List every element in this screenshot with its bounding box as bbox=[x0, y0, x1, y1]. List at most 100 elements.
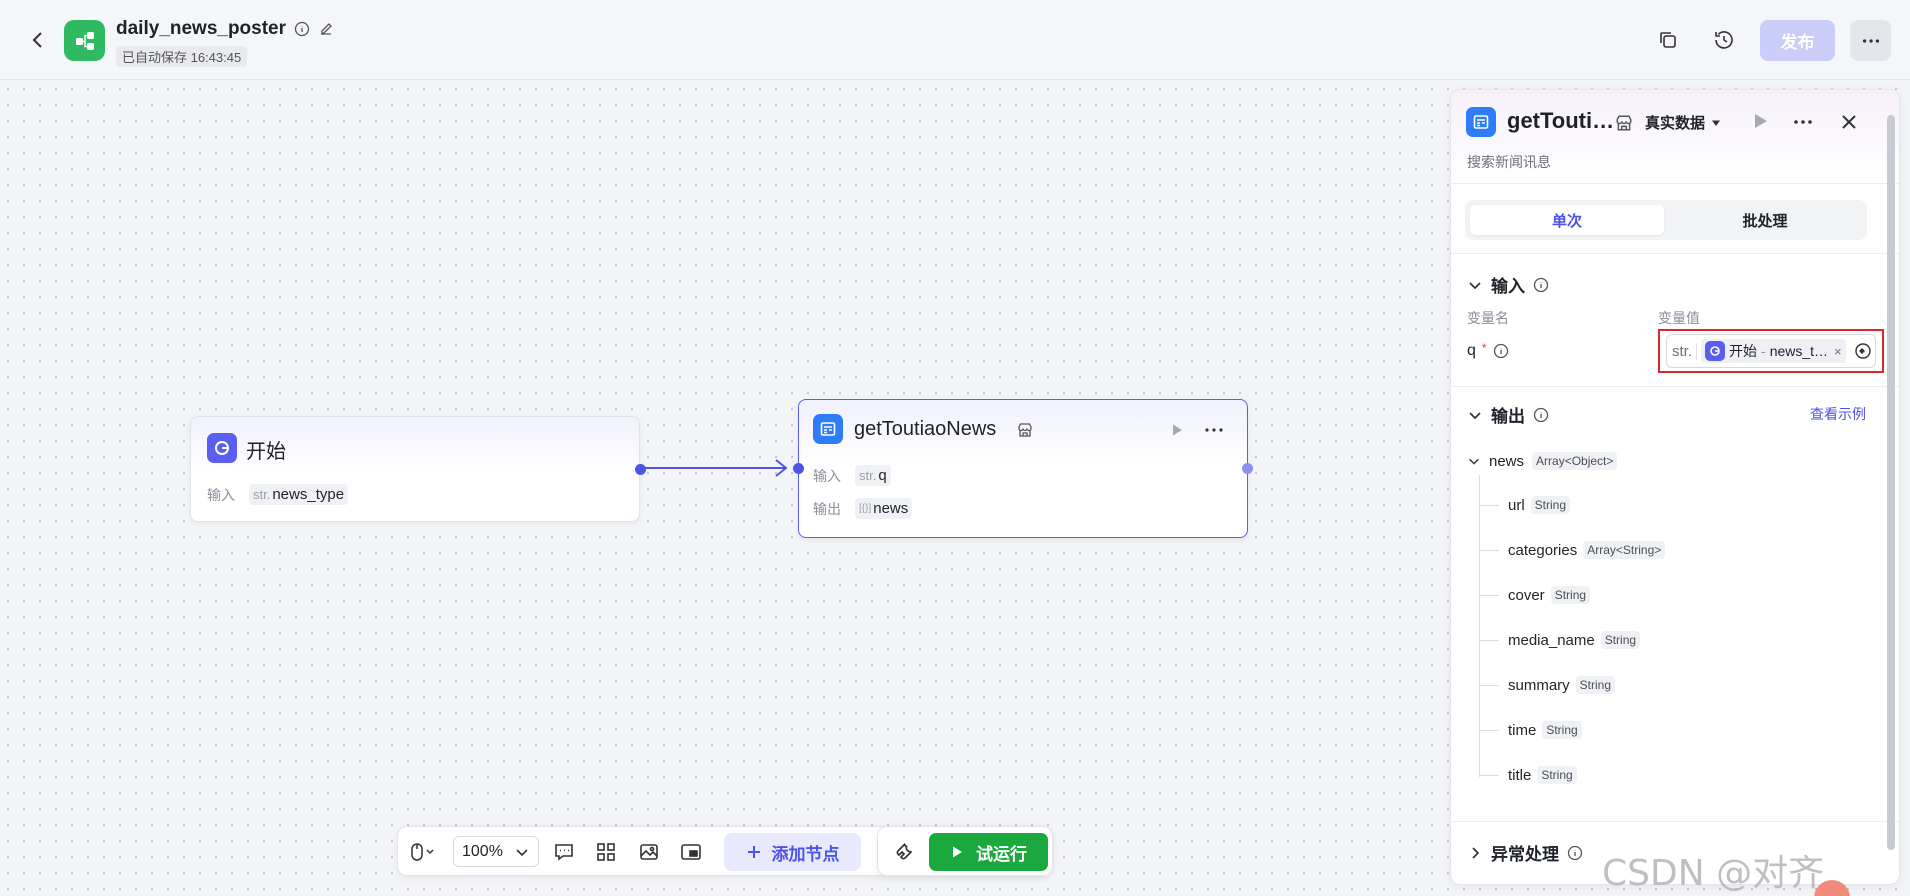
output-field-item: time String bbox=[1479, 721, 1582, 739]
info-icon[interactable] bbox=[1567, 845, 1583, 861]
exception-section-header[interactable]: 异常处理 bbox=[1467, 840, 1583, 865]
info-icon[interactable] bbox=[1493, 343, 1509, 359]
input-section-header[interactable]: 输入 bbox=[1467, 272, 1549, 297]
remove-reference-button[interactable]: × bbox=[1834, 344, 1842, 359]
more-options-button[interactable] bbox=[1850, 20, 1891, 61]
play-icon bbox=[953, 846, 962, 858]
tab-single[interactable]: 单次 bbox=[1470, 205, 1664, 235]
field-name: time bbox=[1508, 721, 1537, 739]
node-detail-panel: getTouti… 真实数据 搜索新闻讯息 单次 批处理 输入 变量名 变量值 … bbox=[1450, 89, 1900, 885]
add-node-label: 添加节点 bbox=[771, 844, 840, 864]
variable-reference-chip[interactable]: 开始 - news_t… × bbox=[1701, 339, 1846, 363]
field-name: title bbox=[1508, 766, 1532, 784]
output-field-item: cover String bbox=[1479, 586, 1591, 604]
back-arrow-icon[interactable] bbox=[26, 28, 50, 52]
data-mode-label: 真实数据 bbox=[1645, 115, 1706, 132]
output-field-item: title String bbox=[1479, 766, 1577, 784]
output-field-item: media_name String bbox=[1479, 631, 1641, 649]
chevron-down-icon bbox=[1469, 411, 1481, 419]
var-type: [{}] bbox=[859, 503, 872, 514]
zoom-value: 100% bbox=[462, 842, 503, 860]
tab-batch[interactable]: 批处理 bbox=[1668, 205, 1862, 235]
input-label: 输入 bbox=[813, 467, 841, 484]
output-port[interactable] bbox=[635, 464, 646, 475]
output-field-item: summary String bbox=[1479, 676, 1616, 694]
info-icon[interactable] bbox=[1533, 407, 1549, 423]
run-node-icon[interactable] bbox=[1169, 422, 1185, 438]
field-name: summary bbox=[1508, 676, 1570, 694]
news-plugin-node[interactable]: getToutiaoNews 输入 str. q 输出 [{}] news bbox=[793, 399, 1253, 538]
settings-circle-icon[interactable] bbox=[1854, 342, 1872, 360]
chevron-down-icon bbox=[516, 849, 528, 857]
var-name: q bbox=[878, 467, 887, 484]
workflow-icon bbox=[75, 31, 94, 50]
output-section-header[interactable]: 输出 bbox=[1467, 402, 1549, 427]
panel-scrollbar[interactable] bbox=[1887, 115, 1895, 850]
info-icon[interactable] bbox=[1533, 277, 1549, 293]
history-icon[interactable] bbox=[1712, 28, 1736, 52]
copy-icon[interactable] bbox=[1656, 28, 1680, 52]
input-label: 输入 bbox=[207, 486, 235, 503]
type-badge: Array<String> bbox=[1583, 541, 1666, 559]
comment-icon[interactable] bbox=[552, 840, 576, 864]
var-name: news_type bbox=[272, 486, 345, 503]
type-badge: String bbox=[1550, 586, 1591, 604]
zoom-select[interactable]: 100% bbox=[453, 836, 539, 867]
panel-header: getTouti… 真实数据 搜索新闻讯息 bbox=[1451, 90, 1899, 184]
start-icon bbox=[1705, 341, 1726, 361]
param-value-field[interactable]: str. 开始 - news_t… × bbox=[1658, 329, 1884, 373]
input-var-tag: str. news_type bbox=[249, 484, 349, 505]
minimap-icon[interactable] bbox=[679, 840, 703, 864]
param-name-label: q bbox=[1467, 342, 1476, 359]
ref-var-name: news_t… bbox=[1769, 343, 1829, 359]
var-type: str. bbox=[859, 468, 877, 483]
run-mode-tabs: 单次 批处理 bbox=[1465, 200, 1867, 240]
output-root-item[interactable]: news Array<Object> bbox=[1467, 452, 1618, 470]
output-port[interactable] bbox=[1242, 463, 1253, 474]
plugin-icon bbox=[1466, 107, 1496, 137]
store-icon[interactable] bbox=[1615, 114, 1633, 132]
node-more-icon[interactable] bbox=[1204, 421, 1224, 439]
input-port[interactable] bbox=[793, 463, 804, 474]
watermark: CSDN @对齐token bbox=[1602, 853, 1825, 894]
field-name: cover bbox=[1508, 586, 1545, 604]
close-icon[interactable] bbox=[1837, 110, 1861, 134]
panel-more-icon[interactable] bbox=[1791, 110, 1815, 134]
caret-down-icon bbox=[1712, 120, 1721, 126]
info-icon[interactable] bbox=[294, 21, 310, 37]
ref-node-name: 开始 bbox=[1729, 343, 1758, 359]
start-node[interactable]: 开始 输入 str. news_type bbox=[190, 416, 646, 522]
test-run-button[interactable]: 试运行 bbox=[929, 833, 1048, 871]
exception-section-title: 异常处理 bbox=[1491, 845, 1559, 864]
app-title: daily_news_poster bbox=[116, 18, 334, 40]
ref-separator: - bbox=[1761, 343, 1766, 359]
view-example-link[interactable]: 查看示例 bbox=[1810, 404, 1866, 424]
param-value-box[interactable]: str. 开始 - news_t… × bbox=[1666, 334, 1876, 368]
image-icon[interactable] bbox=[637, 840, 661, 864]
add-node-button[interactable]: 添加节点 bbox=[724, 833, 861, 871]
input-section-title: 输入 bbox=[1491, 277, 1525, 296]
output-label: 输出 bbox=[813, 500, 841, 517]
node-description: 搜索新闻讯息 bbox=[1467, 154, 1551, 170]
input-var-tag: str. q bbox=[855, 465, 891, 486]
mouse-mode-icon[interactable] bbox=[408, 840, 438, 864]
tree-branch bbox=[1479, 684, 1499, 686]
wrench-icon[interactable] bbox=[892, 840, 916, 864]
output-section-title: 输出 bbox=[1491, 407, 1525, 426]
field-name: media_name bbox=[1508, 631, 1595, 649]
type-badge: Array<Object> bbox=[1532, 452, 1618, 470]
chevron-down-icon bbox=[1469, 458, 1479, 465]
layout-icon[interactable] bbox=[594, 840, 618, 864]
divider bbox=[1451, 821, 1899, 822]
top-header: daily_news_poster 已自动保存 16:43:45 发布 bbox=[0, 0, 1910, 80]
field-name: categories bbox=[1508, 541, 1578, 559]
tree-branch bbox=[1479, 549, 1499, 551]
run-node-icon[interactable] bbox=[1749, 110, 1771, 132]
publish-button[interactable]: 发布 bbox=[1760, 20, 1835, 61]
param-type: str. bbox=[1672, 342, 1698, 360]
edit-icon[interactable] bbox=[318, 21, 334, 37]
output-root-name: news bbox=[1489, 452, 1525, 470]
autosave-status: 已自动保存 16:43:45 bbox=[116, 46, 248, 67]
workflow-name: daily_news_poster bbox=[116, 18, 287, 39]
data-mode-dropdown[interactable]: 真实数据 bbox=[1645, 112, 1721, 133]
